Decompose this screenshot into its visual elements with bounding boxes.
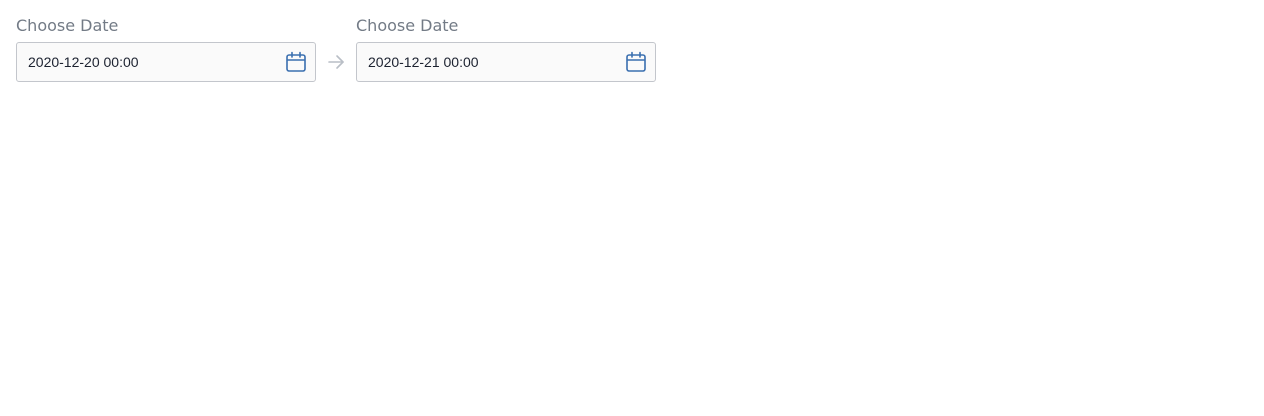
end-date-input-box[interactable] — [356, 42, 656, 82]
start-date-field: Choose Date — [16, 16, 316, 82]
calendar-icon[interactable] — [623, 49, 649, 75]
end-date-label: Choose Date — [356, 16, 459, 35]
end-date-field: Choose Date — [356, 16, 656, 82]
start-date-input-box[interactable] — [16, 42, 316, 82]
arrow-right-icon — [316, 42, 356, 82]
start-date-label: Choose Date — [16, 16, 119, 35]
start-date-input[interactable] — [28, 54, 268, 70]
end-date-input[interactable] — [368, 54, 608, 70]
calendar-icon[interactable] — [283, 49, 309, 75]
date-range-picker: Choose Date Choose Date — [16, 16, 656, 82]
